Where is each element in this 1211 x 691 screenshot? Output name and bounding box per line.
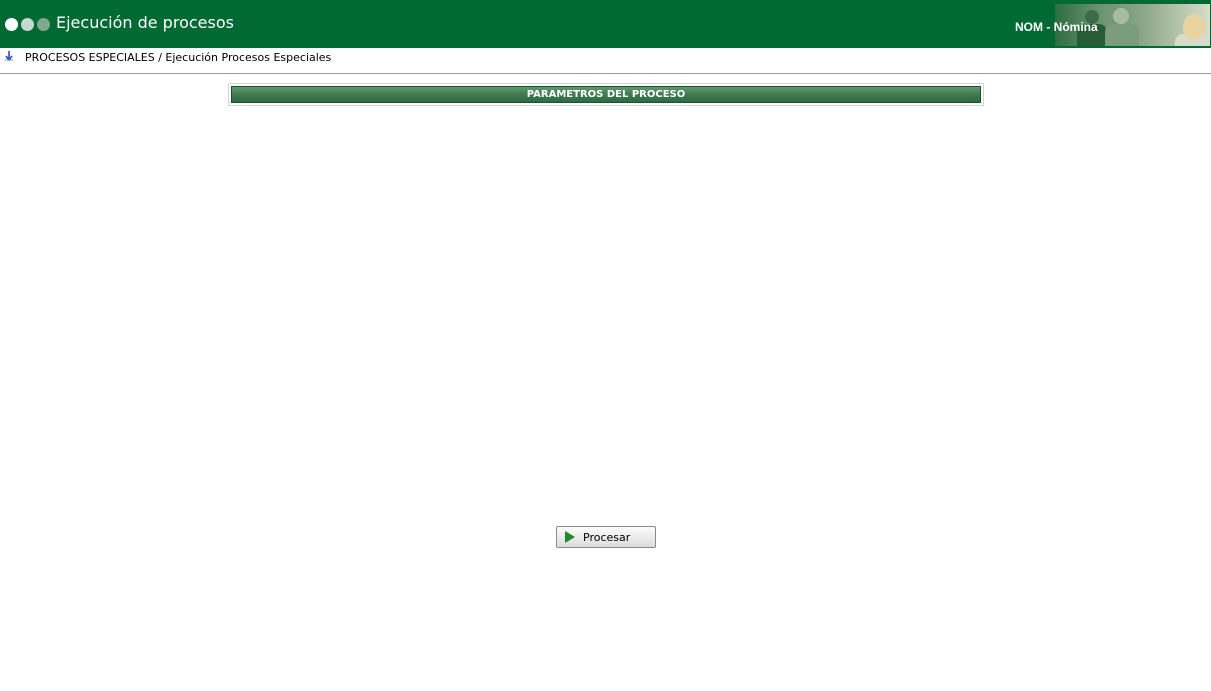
module-label: NOM - Nómina [1015,20,1098,34]
page-title: Ejecución de procesos [56,13,234,32]
arrow-down-icon [5,51,13,62]
dot-icon [5,18,18,31]
section-title: PARAMETROS DEL PROCESO [231,86,981,103]
header-divider [0,73,1211,74]
process-button-label: Procesar [583,531,631,544]
process-parameters-panel: PARAMETROS DEL PROCESO [228,83,984,106]
breadcrumb: PROCESOS ESPECIALES / Ejecución Procesos… [25,51,332,64]
app-header: Ejecución de procesos NOM - Nómina [0,0,1211,48]
play-icon [565,531,575,543]
dot-icon [21,18,34,31]
process-button[interactable]: Procesar [556,526,656,548]
dot-icon [37,18,50,31]
